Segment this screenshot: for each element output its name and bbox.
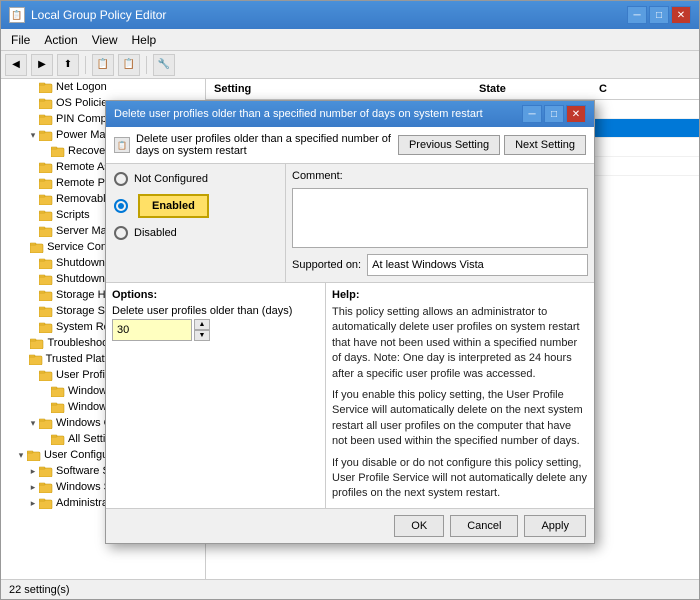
dialog-title: Delete user profiles older than a specif… <box>114 108 483 120</box>
dialog-footer: OK Cancel Apply <box>106 508 594 543</box>
help-text: This policy setting allows an administra… <box>332 305 588 502</box>
supported-row: Supported on: At least Windows Vista <box>292 254 588 276</box>
supported-value: At least Windows Vista <box>367 254 588 276</box>
dialog-right-panel: Comment: Supported on: At least Windows … <box>286 164 594 282</box>
dialog-title-controls: ─ □ ✕ <box>522 105 586 123</box>
next-setting-button[interactable]: Next Setting <box>504 135 586 155</box>
dialog-bottom: Options: Delete user profiles older than… <box>106 282 594 508</box>
radio-disabled-label: Disabled <box>134 227 177 239</box>
prev-setting-button[interactable]: Previous Setting <box>398 135 500 155</box>
spinner-down-button[interactable]: ▼ <box>194 330 210 341</box>
radio-not-configured[interactable]: Not Configured <box>114 172 277 186</box>
radio-disabled-btn[interactable] <box>114 226 128 240</box>
cancel-button[interactable]: Cancel <box>450 515 518 537</box>
dialog-body: Not Configured Enabled Disabled Comment: <box>106 164 594 282</box>
dialog-overlay: Delete user profiles older than a specif… <box>0 0 700 600</box>
radio-dot <box>118 203 124 209</box>
dialog-close-button[interactable]: ✕ <box>566 105 586 123</box>
dialog-nav-btns: Previous Setting Next Setting <box>398 135 586 155</box>
apply-button[interactable]: Apply <box>524 515 586 537</box>
options-title: Options: <box>112 289 319 301</box>
radio-enabled-btn[interactable] <box>114 199 128 213</box>
dialog-header: 📋 Delete user profiles older than a spec… <box>106 127 594 164</box>
radio-not-configured-label: Not Configured <box>134 173 208 185</box>
radio-enabled[interactable]: Enabled <box>114 194 277 218</box>
radio-not-configured-btn[interactable] <box>114 172 128 186</box>
dialog-header-title: Delete user profiles older than a specif… <box>136 133 398 157</box>
help-title: Help: <box>332 289 588 301</box>
option-field-label: Delete user profiles older than (days) <box>112 305 319 317</box>
dialog-title-bar: Delete user profiles older than a specif… <box>106 101 594 127</box>
radio-disabled[interactable]: Disabled <box>114 226 277 240</box>
comment-box[interactable] <box>292 188 588 248</box>
comment-label: Comment: <box>292 170 588 182</box>
help-panel: Help: This policy setting allows an admi… <box>326 283 594 508</box>
spinner-up-button[interactable]: ▲ <box>194 319 210 330</box>
dialog-minimize-button[interactable]: ─ <box>522 105 542 123</box>
policy-dialog: Delete user profiles older than a specif… <box>105 100 595 544</box>
option-input[interactable] <box>112 319 192 341</box>
spinner-btns: ▲ ▼ <box>194 319 210 341</box>
enabled-label-btn[interactable]: Enabled <box>138 194 209 218</box>
option-input-row: ▲ ▼ <box>112 319 319 341</box>
dialog-header-icon: 📋 <box>114 137 130 153</box>
ok-button[interactable]: OK <box>394 515 444 537</box>
dialog-maximize-button[interactable]: □ <box>544 105 564 123</box>
dialog-left-panel: Not Configured Enabled Disabled <box>106 164 286 282</box>
supported-label: Supported on: <box>292 259 361 271</box>
options-panel: Options: Delete user profiles older than… <box>106 283 326 508</box>
